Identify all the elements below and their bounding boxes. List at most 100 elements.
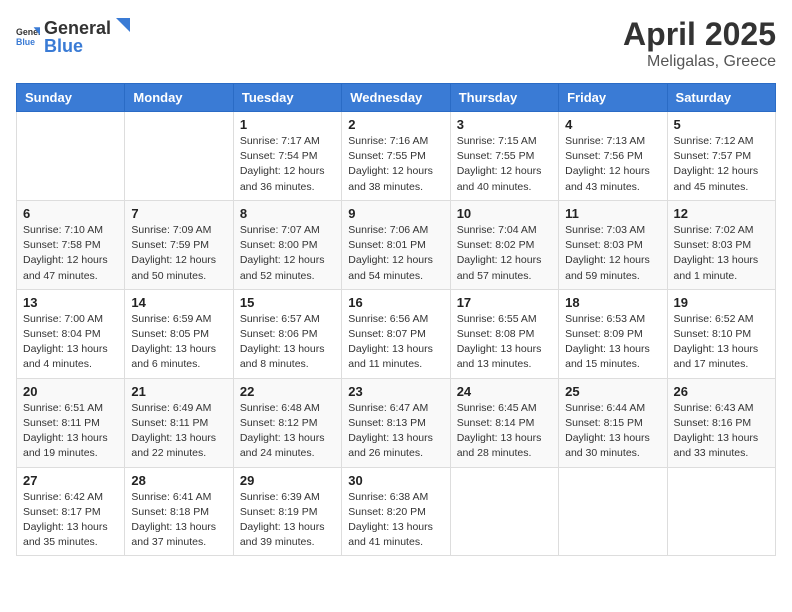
day-number: 19	[674, 295, 769, 310]
day-info: Sunrise: 7:00 AM Sunset: 8:04 PM Dayligh…	[23, 312, 118, 373]
logo-icon: General Blue	[16, 24, 40, 48]
day-number: 16	[348, 295, 443, 310]
day-info: Sunrise: 7:03 AM Sunset: 8:03 PM Dayligh…	[565, 223, 660, 284]
day-number: 11	[565, 206, 660, 221]
day-number: 15	[240, 295, 335, 310]
calendar-cell: 12 Sunrise: 7:02 AM Sunset: 8:03 PM Dayli…	[667, 200, 775, 289]
calendar-cell: 4 Sunrise: 7:13 AM Sunset: 7:56 PM Daylig…	[559, 112, 667, 201]
calendar-cell	[450, 467, 558, 556]
calendar-week-row: 6 Sunrise: 7:10 AM Sunset: 7:58 PM Daylig…	[17, 200, 776, 289]
day-number: 8	[240, 206, 335, 221]
day-info: Sunrise: 6:48 AM Sunset: 8:12 PM Dayligh…	[240, 401, 335, 462]
day-info: Sunrise: 6:53 AM Sunset: 8:09 PM Dayligh…	[565, 312, 660, 373]
day-info: Sunrise: 6:51 AM Sunset: 8:11 PM Dayligh…	[23, 401, 118, 462]
calendar-week-row: 13 Sunrise: 7:00 AM Sunset: 8:04 PM Dayli…	[17, 289, 776, 378]
calendar-cell: 6 Sunrise: 7:10 AM Sunset: 7:58 PM Daylig…	[17, 200, 125, 289]
day-info: Sunrise: 6:57 AM Sunset: 8:06 PM Dayligh…	[240, 312, 335, 373]
day-number: 17	[457, 295, 552, 310]
calendar-cell: 7 Sunrise: 7:09 AM Sunset: 7:59 PM Daylig…	[125, 200, 233, 289]
day-info: Sunrise: 7:12 AM Sunset: 7:57 PM Dayligh…	[674, 134, 769, 195]
day-info: Sunrise: 7:17 AM Sunset: 7:54 PM Dayligh…	[240, 134, 335, 195]
calendar-cell	[17, 112, 125, 201]
day-info: Sunrise: 6:39 AM Sunset: 8:19 PM Dayligh…	[240, 490, 335, 551]
calendar-week-row: 27 Sunrise: 6:42 AM Sunset: 8:17 PM Dayli…	[17, 467, 776, 556]
calendar-cell: 17Sunrise: 6:55 AM Sunset: 8:08 PM Dayli…	[450, 289, 558, 378]
logo-triangle-icon	[112, 16, 130, 34]
day-number: 14	[131, 295, 226, 310]
calendar-header-thursday: Thursday	[450, 84, 558, 112]
calendar-cell	[125, 112, 233, 201]
day-number: 23	[348, 384, 443, 399]
day-info: Sunrise: 7:16 AM Sunset: 7:55 PM Dayligh…	[348, 134, 443, 195]
day-number: 3	[457, 117, 552, 132]
day-number: 12	[674, 206, 769, 221]
calendar-cell: 5 Sunrise: 7:12 AM Sunset: 7:57 PM Daylig…	[667, 112, 775, 201]
logo-blue-text: Blue	[44, 37, 131, 55]
calendar-cell	[559, 467, 667, 556]
calendar-cell: 27 Sunrise: 6:42 AM Sunset: 8:17 PM Dayli…	[17, 467, 125, 556]
day-number: 10	[457, 206, 552, 221]
calendar-cell: 2 Sunrise: 7:16 AM Sunset: 7:55 PM Daylig…	[342, 112, 450, 201]
location-title: Meligalas, Greece	[623, 53, 776, 71]
day-info: Sunrise: 6:52 AM Sunset: 8:10 PM Dayligh…	[674, 312, 769, 373]
day-number: 9	[348, 206, 443, 221]
calendar-cell: 9 Sunrise: 7:06 AM Sunset: 8:01 PM Daylig…	[342, 200, 450, 289]
day-number: 18	[565, 295, 660, 310]
day-number: 13	[23, 295, 118, 310]
calendar-cell: 13 Sunrise: 7:00 AM Sunset: 8:04 PM Dayli…	[17, 289, 125, 378]
day-number: 7	[131, 206, 226, 221]
calendar-cell: 11 Sunrise: 7:03 AM Sunset: 8:03 PM Dayli…	[559, 200, 667, 289]
day-info: Sunrise: 6:43 AM Sunset: 8:16 PM Dayligh…	[674, 401, 769, 462]
calendar-week-row: 20Sunrise: 6:51 AM Sunset: 8:11 PM Dayli…	[17, 378, 776, 467]
logo: General Blue General Blue	[16, 16, 131, 55]
day-number: 30	[348, 473, 443, 488]
day-info: Sunrise: 6:41 AM Sunset: 8:18 PM Dayligh…	[131, 490, 226, 551]
calendar-header-tuesday: Tuesday	[233, 84, 341, 112]
day-info: Sunrise: 7:06 AM Sunset: 8:01 PM Dayligh…	[348, 223, 443, 284]
day-info: Sunrise: 7:09 AM Sunset: 7:59 PM Dayligh…	[131, 223, 226, 284]
title-area: April 2025 Meligalas, Greece	[623, 16, 776, 71]
calendar-cell: 28Sunrise: 6:41 AM Sunset: 8:18 PM Dayli…	[125, 467, 233, 556]
calendar-cell: 23 Sunrise: 6:47 AM Sunset: 8:13 PM Dayli…	[342, 378, 450, 467]
day-info: Sunrise: 6:38 AM Sunset: 8:20 PM Dayligh…	[348, 490, 443, 551]
calendar-header-sunday: Sunday	[17, 84, 125, 112]
day-info: Sunrise: 6:44 AM Sunset: 8:15 PM Dayligh…	[565, 401, 660, 462]
day-info: Sunrise: 7:02 AM Sunset: 8:03 PM Dayligh…	[674, 223, 769, 284]
calendar-cell	[667, 467, 775, 556]
day-info: Sunrise: 6:59 AM Sunset: 8:05 PM Dayligh…	[131, 312, 226, 373]
day-number: 22	[240, 384, 335, 399]
day-info: Sunrise: 6:45 AM Sunset: 8:14 PM Dayligh…	[457, 401, 552, 462]
calendar-week-row: 1Sunrise: 7:17 AM Sunset: 7:54 PM Daylig…	[17, 112, 776, 201]
day-info: Sunrise: 6:56 AM Sunset: 8:07 PM Dayligh…	[348, 312, 443, 373]
calendar-cell: 26 Sunrise: 6:43 AM Sunset: 8:16 PM Dayli…	[667, 378, 775, 467]
calendar-cell: 21Sunrise: 6:49 AM Sunset: 8:11 PM Dayli…	[125, 378, 233, 467]
calendar-header-monday: Monday	[125, 84, 233, 112]
day-info: Sunrise: 7:13 AM Sunset: 7:56 PM Dayligh…	[565, 134, 660, 195]
calendar-cell: 16 Sunrise: 6:56 AM Sunset: 8:07 PM Dayli…	[342, 289, 450, 378]
day-info: Sunrise: 6:47 AM Sunset: 8:13 PM Dayligh…	[348, 401, 443, 462]
day-number: 25	[565, 384, 660, 399]
day-info: Sunrise: 7:04 AM Sunset: 8:02 PM Dayligh…	[457, 223, 552, 284]
month-title: April 2025	[623, 16, 776, 53]
day-number: 4	[565, 117, 660, 132]
calendar-cell: 30 Sunrise: 6:38 AM Sunset: 8:20 PM Dayli…	[342, 467, 450, 556]
day-number: 27	[23, 473, 118, 488]
calendar-header-friday: Friday	[559, 84, 667, 112]
calendar-cell: 3Sunrise: 7:15 AM Sunset: 7:55 PM Daylig…	[450, 112, 558, 201]
calendar-cell: 8Sunrise: 7:07 AM Sunset: 8:00 PM Daylig…	[233, 200, 341, 289]
calendar-cell: 19 Sunrise: 6:52 AM Sunset: 8:10 PM Dayli…	[667, 289, 775, 378]
day-number: 24	[457, 384, 552, 399]
calendar-cell: 15 Sunrise: 6:57 AM Sunset: 8:06 PM Dayli…	[233, 289, 341, 378]
header: General Blue General Blue April 2025 Mel…	[16, 16, 776, 71]
day-number: 6	[23, 206, 118, 221]
day-info: Sunrise: 6:42 AM Sunset: 8:17 PM Dayligh…	[23, 490, 118, 551]
day-number: 21	[131, 384, 226, 399]
day-number: 2	[348, 117, 443, 132]
calendar-header-wednesday: Wednesday	[342, 84, 450, 112]
calendar-header-saturday: Saturday	[667, 84, 775, 112]
day-info: Sunrise: 7:10 AM Sunset: 7:58 PM Dayligh…	[23, 223, 118, 284]
day-number: 29	[240, 473, 335, 488]
day-number: 5	[674, 117, 769, 132]
day-number: 26	[674, 384, 769, 399]
calendar: SundayMondayTuesdayWednesdayThursdayFrid…	[16, 83, 776, 556]
